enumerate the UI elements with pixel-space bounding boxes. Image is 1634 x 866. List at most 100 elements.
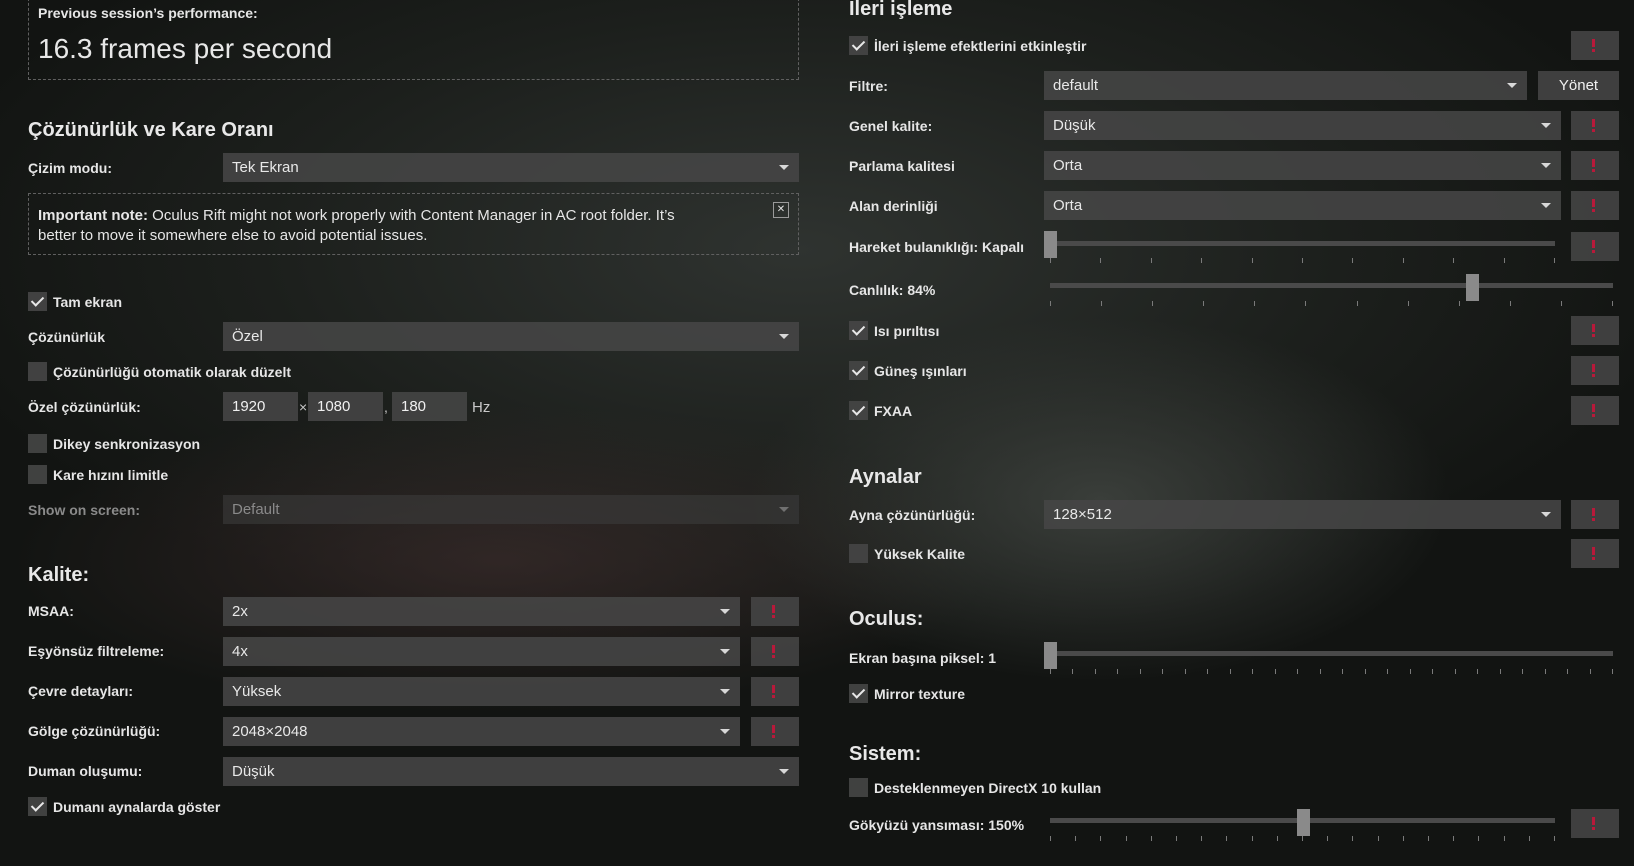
smoke-select[interactable]: Düşük bbox=[223, 757, 799, 786]
exclamation-icon bbox=[1592, 547, 1595, 560]
important-note-text: Important note: Oculus Rift might not wo… bbox=[38, 206, 758, 246]
fullscreen-checkbox[interactable] bbox=[28, 292, 47, 311]
msaa-select[interactable]: 2x bbox=[223, 597, 740, 626]
slider-tick bbox=[1277, 836, 1278, 841]
glare-quality-select[interactable]: Orta bbox=[1044, 151, 1561, 180]
sky-reflection-slider-thumb[interactable] bbox=[1297, 809, 1310, 836]
world-detail-reset-button[interactable] bbox=[751, 677, 799, 706]
slider-tick bbox=[1342, 669, 1343, 674]
anisotropic-select[interactable]: 4x bbox=[223, 637, 740, 666]
times-separator: × bbox=[299, 399, 308, 415]
refresh-rate-input[interactable]: 180 bbox=[392, 392, 467, 421]
sunrays-checkbox[interactable] bbox=[849, 361, 868, 380]
depth-of-field-select[interactable]: Orta bbox=[1044, 191, 1561, 220]
slider-tick bbox=[1100, 836, 1101, 841]
anisotropic-reset-button[interactable] bbox=[751, 637, 799, 666]
mirror-resolution-reset-button[interactable] bbox=[1571, 500, 1619, 529]
exclamation-icon bbox=[1592, 508, 1595, 521]
pixels-per-display-slider-thumb[interactable] bbox=[1044, 642, 1057, 669]
overall-quality-value: Düşük bbox=[1053, 117, 1096, 134]
motion-blur-slider-track[interactable] bbox=[1050, 241, 1555, 246]
exclamation-icon bbox=[1592, 404, 1595, 417]
msaa-reset-button[interactable] bbox=[751, 597, 799, 626]
sky-reflection-reset-button[interactable] bbox=[1571, 809, 1619, 838]
exclamation-icon bbox=[772, 645, 775, 658]
slider-tick bbox=[1403, 258, 1404, 263]
mirror-hq-checkbox[interactable] bbox=[849, 544, 868, 563]
shadow-resolution-reset-button[interactable] bbox=[751, 717, 799, 746]
overall-quality-reset-button[interactable] bbox=[1571, 111, 1619, 140]
sunrays-reset-button[interactable] bbox=[1571, 356, 1619, 385]
mirror-hq-reset-button[interactable] bbox=[1571, 539, 1619, 568]
slider-tick bbox=[1152, 301, 1153, 306]
width-input[interactable]: 1920 bbox=[223, 392, 298, 421]
world-detail-select[interactable]: Yüksek bbox=[223, 677, 740, 706]
manage-filters-button[interactable]: Yönet bbox=[1538, 71, 1619, 100]
fxaa-checkbox[interactable] bbox=[849, 401, 868, 420]
chevron-down-icon bbox=[720, 689, 730, 694]
important-note-line1: Oculus Rift might not work properly with… bbox=[148, 207, 675, 224]
overall-quality-select[interactable]: Düşük bbox=[1044, 111, 1561, 140]
exclamation-icon bbox=[1592, 199, 1595, 212]
slider-tick bbox=[1117, 669, 1118, 674]
shadow-resolution-select[interactable]: 2048×2048 bbox=[223, 717, 740, 746]
slider-tick bbox=[1254, 301, 1255, 306]
heat-shimmer-checkbox[interactable] bbox=[849, 321, 868, 340]
sky-reflection-slider-ticks bbox=[1050, 836, 1555, 842]
chevron-down-icon bbox=[1541, 123, 1551, 128]
dx10-checkbox[interactable] bbox=[849, 778, 868, 797]
smoke-in-mirrors-checkbox[interactable] bbox=[28, 797, 47, 816]
exclamation-icon bbox=[1592, 240, 1595, 253]
mirror-resolution-value: 128×512 bbox=[1053, 506, 1112, 523]
post-processing-checkbox[interactable] bbox=[849, 36, 868, 55]
render-mode-select[interactable]: Tek Ekran bbox=[223, 153, 799, 182]
post-processing-reset-button[interactable] bbox=[1571, 31, 1619, 60]
close-icon[interactable]: ✕ bbox=[773, 202, 789, 218]
fullscreen-label: Tam ekran bbox=[53, 294, 122, 310]
pixels-per-display-label: Ekran başına piksel: 1 bbox=[849, 650, 997, 666]
slider-tick bbox=[1545, 669, 1546, 674]
saturation-slider-track[interactable] bbox=[1050, 283, 1613, 288]
motion-blur-slider-thumb[interactable] bbox=[1044, 231, 1057, 258]
hz-unit: Hz bbox=[472, 399, 491, 416]
shadow-resolution-label: Gölge çözünürlüğü: bbox=[28, 723, 161, 739]
slider-tick bbox=[1305, 301, 1306, 306]
fxaa-reset-button[interactable] bbox=[1571, 396, 1619, 425]
filter-value: default bbox=[1053, 77, 1099, 94]
chevron-down-icon bbox=[1541, 163, 1551, 168]
section-title-resolution: Çözünürlük ve Kare Oranı bbox=[28, 119, 274, 141]
height-input[interactable]: 1080 bbox=[308, 392, 383, 421]
render-mode-value: Tek Ekran bbox=[232, 159, 299, 176]
chevron-down-icon bbox=[1541, 512, 1551, 517]
chevron-down-icon bbox=[720, 609, 730, 614]
saturation-slider-thumb[interactable] bbox=[1466, 274, 1479, 301]
auto-fix-resolution-checkbox[interactable] bbox=[28, 362, 47, 381]
glare-quality-reset-button[interactable] bbox=[1571, 151, 1619, 180]
depth-of-field-reset-button[interactable] bbox=[1571, 191, 1619, 220]
chevron-down-icon bbox=[779, 165, 789, 170]
slider-tick bbox=[1590, 669, 1591, 674]
slider-tick bbox=[1612, 669, 1613, 674]
slider-tick bbox=[1432, 669, 1433, 674]
mirror-resolution-select[interactable]: 128×512 bbox=[1044, 500, 1561, 529]
slider-tick bbox=[1101, 301, 1102, 306]
resolution-value: Özel bbox=[232, 328, 263, 345]
limit-fps-checkbox[interactable] bbox=[28, 465, 47, 484]
filter-select[interactable]: default bbox=[1044, 71, 1527, 100]
vsync-checkbox[interactable] bbox=[28, 434, 47, 453]
mirror-texture-checkbox[interactable] bbox=[849, 684, 868, 703]
exclamation-icon bbox=[772, 685, 775, 698]
slider-tick bbox=[1459, 301, 1460, 306]
pixels-per-display-slider-track[interactable] bbox=[1050, 651, 1613, 656]
heat-shimmer-reset-button[interactable] bbox=[1571, 316, 1619, 345]
slider-tick bbox=[1529, 836, 1530, 841]
slider-tick bbox=[1050, 669, 1051, 674]
saturation-slider-ticks bbox=[1050, 301, 1613, 307]
mirror-resolution-label: Ayna çözünürlüğü: bbox=[849, 507, 976, 523]
resolution-select[interactable]: Özel bbox=[223, 322, 799, 351]
glare-quality-value: Orta bbox=[1053, 157, 1083, 174]
smoke-label: Duman oluşumu: bbox=[28, 763, 143, 779]
show-on-screen-label: Show on screen: bbox=[28, 502, 141, 518]
motion-blur-reset-button[interactable] bbox=[1571, 232, 1619, 261]
slider-tick bbox=[1477, 669, 1478, 674]
